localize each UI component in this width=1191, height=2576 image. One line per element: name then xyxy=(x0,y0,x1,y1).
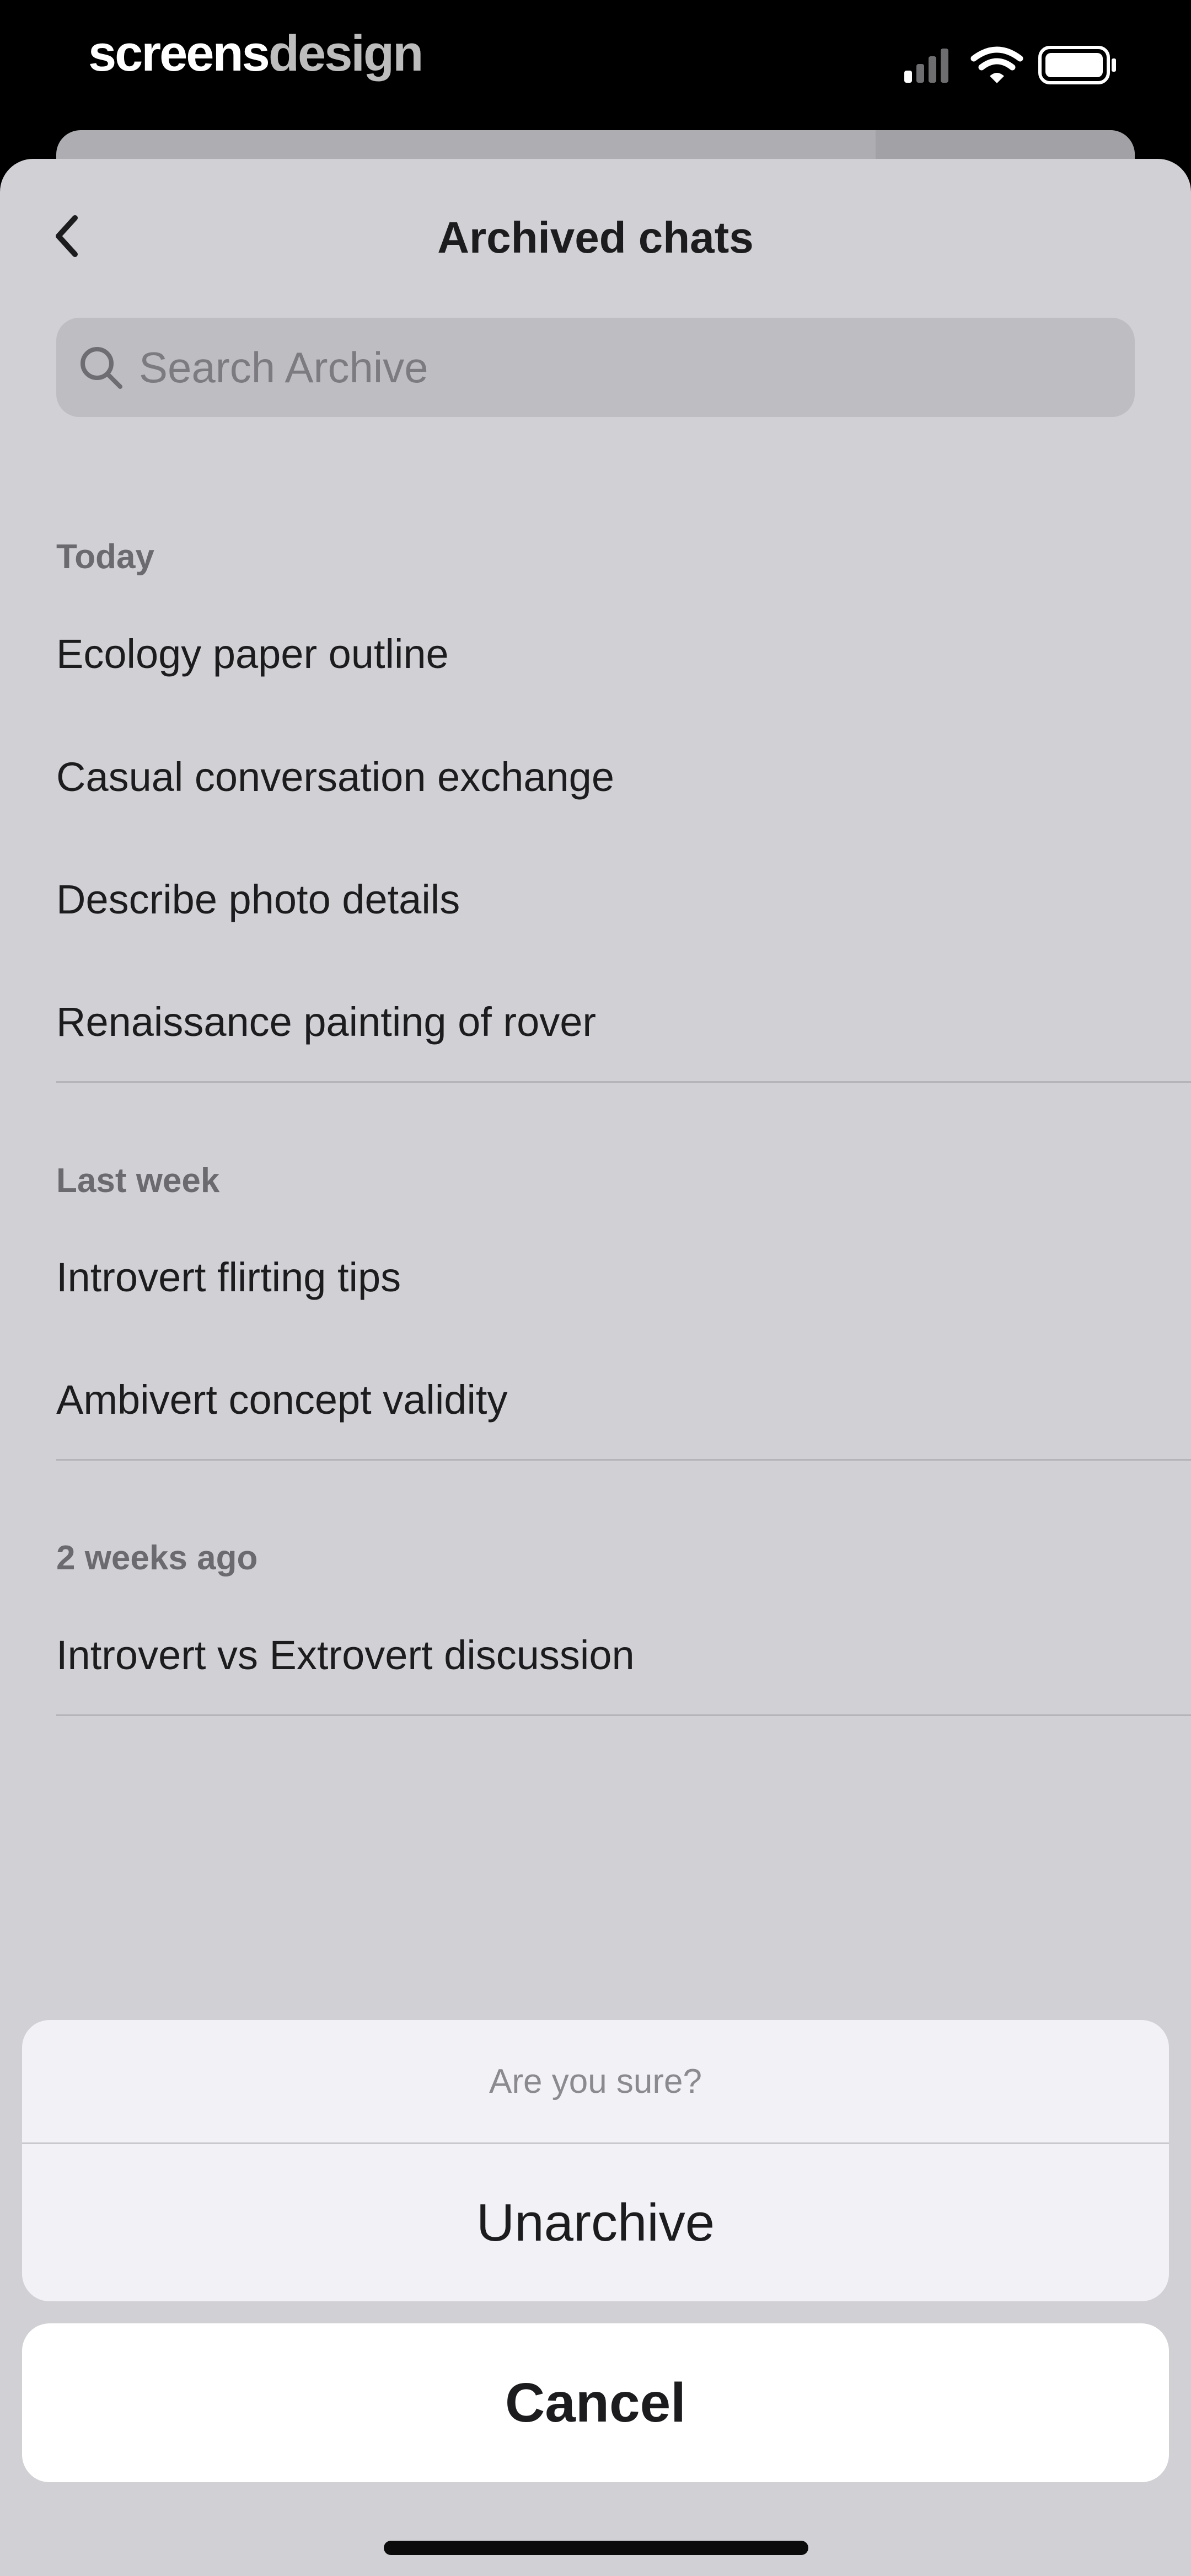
brand-logo-part2: design xyxy=(268,25,423,82)
chat-item[interactable]: Describe photo details xyxy=(56,872,1136,927)
chat-item[interactable]: Casual conversation exchange xyxy=(56,750,1136,805)
section-divider xyxy=(56,1459,1191,1461)
battery-icon xyxy=(1038,46,1116,84)
chat-item[interactable]: Introvert vs Extrovert discussion xyxy=(56,1628,1136,1683)
chat-item[interactable]: Ambivert concept validity xyxy=(56,1372,1136,1428)
wifi-icon xyxy=(970,46,1023,83)
unarchive-button[interactable]: Unarchive xyxy=(22,2144,1169,2301)
action-sheet-prompt: Are you sure? xyxy=(489,2062,702,2101)
cellular-signal-icon xyxy=(904,49,948,83)
cancel-button[interactable]: Cancel xyxy=(22,2323,1169,2482)
search-icon xyxy=(76,343,126,392)
page-title: Archived chats xyxy=(437,213,754,262)
action-sheet: Are you sure? Unarchive xyxy=(22,2020,1169,2301)
status-bar: screensdesign xyxy=(0,0,1191,132)
section-header-last-week: Last week xyxy=(56,1162,220,1200)
search-input[interactable] xyxy=(138,341,1077,393)
search-bar[interactable] xyxy=(56,318,1135,417)
home-indicator[interactable] xyxy=(384,2541,808,2555)
section-header-today: Today xyxy=(56,538,154,576)
brand-logo-part1: screens xyxy=(88,25,270,82)
chat-item[interactable]: Ecology paper outline xyxy=(56,627,1136,682)
section-divider xyxy=(56,1081,1191,1083)
chat-item[interactable]: Renaissance painting of rover xyxy=(56,995,1136,1050)
section-divider xyxy=(56,1714,1191,1716)
status-icons xyxy=(899,43,1119,93)
brand-logo: screensdesign xyxy=(88,23,423,84)
section-header-2-weeks-ago: 2 weeks ago xyxy=(56,1539,258,1577)
chat-item[interactable]: Introvert flirting tips xyxy=(56,1250,1136,1305)
